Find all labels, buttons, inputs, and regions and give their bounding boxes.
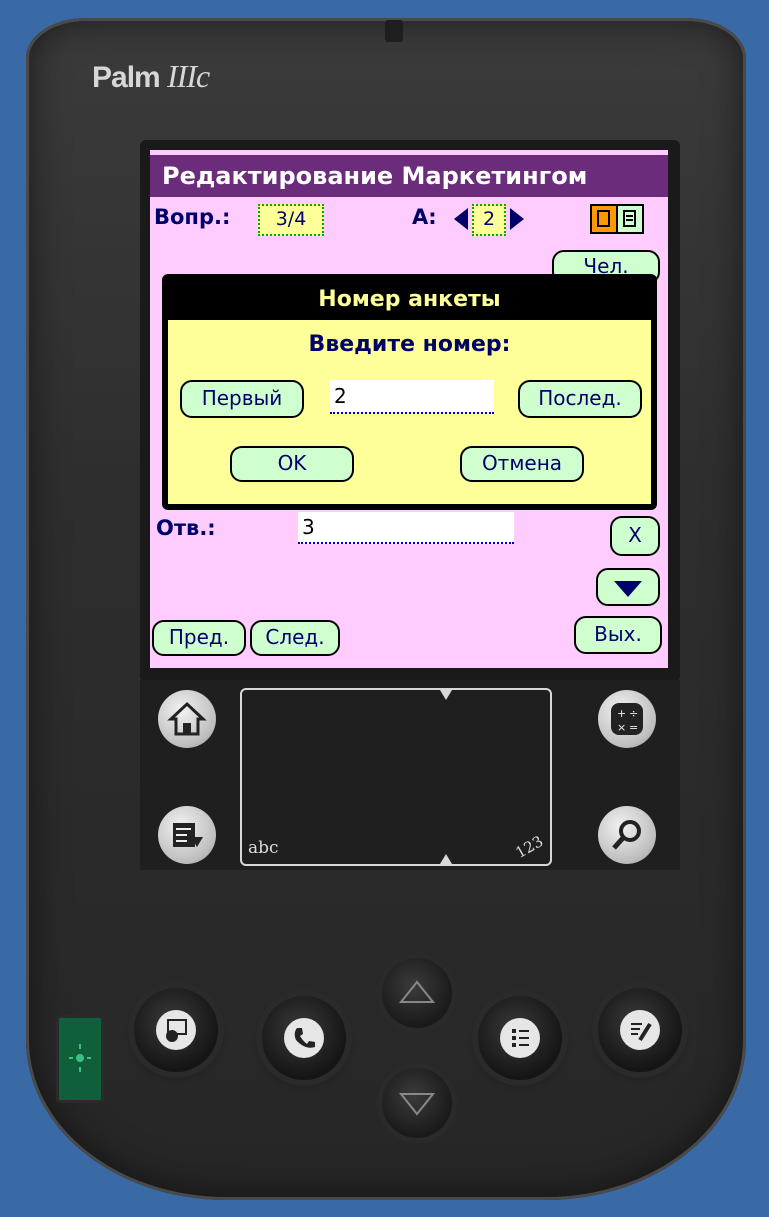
answer-label: Отв.: <box>156 516 216 540</box>
question-label: Вопр.: <box>154 205 231 229</box>
ir-port <box>385 20 403 42</box>
screen: Редактирование Маркетингом Вопр.: 3/4 А:… <box>150 150 668 668</box>
scroll-down-button[interactable] <box>596 568 660 606</box>
svg-text:÷: ÷ <box>629 707 638 720</box>
checklist-icon <box>500 1018 540 1058</box>
graffiti-divider-top <box>440 690 452 700</box>
answer-input[interactable]: 3 <box>298 512 514 544</box>
last-button[interactable]: Послед. <box>518 380 642 418</box>
scroll-down-hardware-button[interactable] <box>382 1068 452 1138</box>
device-brand: Palm IIIc <box>92 58 210 94</box>
graffiti-numbers-label: 123 <box>512 832 547 862</box>
calculator-icon[interactable]: + ÷ × = <box>598 690 656 748</box>
next-button[interactable]: След. <box>250 620 340 656</box>
calendar-icon <box>156 1010 196 1050</box>
cancel-button[interactable]: Отмена <box>460 446 584 482</box>
graffiti-input-area[interactable]: abc 123 <box>240 688 552 866</box>
list-view-icon[interactable] <box>616 204 644 234</box>
survey-number-input[interactable]: 2 <box>330 380 494 414</box>
address-book-button[interactable] <box>262 996 346 1080</box>
menu-icon[interactable] <box>158 806 216 864</box>
prev-button[interactable]: Пред. <box>152 620 246 656</box>
note-view-icon[interactable] <box>590 204 618 234</box>
scroll-up-button[interactable] <box>382 958 452 1028</box>
to-do-button[interactable] <box>478 996 562 1080</box>
answer-set-number[interactable]: 2 <box>472 204 506 236</box>
graffiti-divider-bottom <box>440 854 452 864</box>
next-answer-set-arrow[interactable] <box>510 208 524 230</box>
question-number-selector[interactable]: 3/4 <box>258 204 324 236</box>
memo-pad-button[interactable] <box>598 988 682 1072</box>
date-book-button[interactable] <box>134 988 218 1072</box>
home-icon[interactable] <box>158 690 216 748</box>
prev-answer-set-arrow[interactable] <box>454 208 468 230</box>
first-button[interactable]: Первый <box>180 380 304 418</box>
power-button[interactable] <box>56 1015 104 1103</box>
dialog-message: Введите номер: <box>308 332 511 357</box>
dialog-title: Номер анкеты <box>168 280 651 320</box>
answer-set-label: А: <box>412 205 437 229</box>
graffiti-letters-label: abc <box>248 838 279 858</box>
exit-button[interactable]: Вых. <box>574 616 662 654</box>
svg-text:+: + <box>617 707 626 720</box>
app-title: Редактирование Маркетингом <box>150 155 668 197</box>
svg-text:×: × <box>617 721 626 734</box>
phone-icon <box>284 1018 324 1058</box>
search-icon[interactable] <box>598 806 656 864</box>
clear-button[interactable]: X <box>610 516 660 556</box>
memo-pen-icon <box>620 1010 660 1050</box>
svg-text:=: = <box>629 721 638 734</box>
survey-number-dialog: Номер анкеты Введите номер: Первый 2 Пос… <box>162 274 657 510</box>
ok-button[interactable]: OK <box>230 446 354 482</box>
